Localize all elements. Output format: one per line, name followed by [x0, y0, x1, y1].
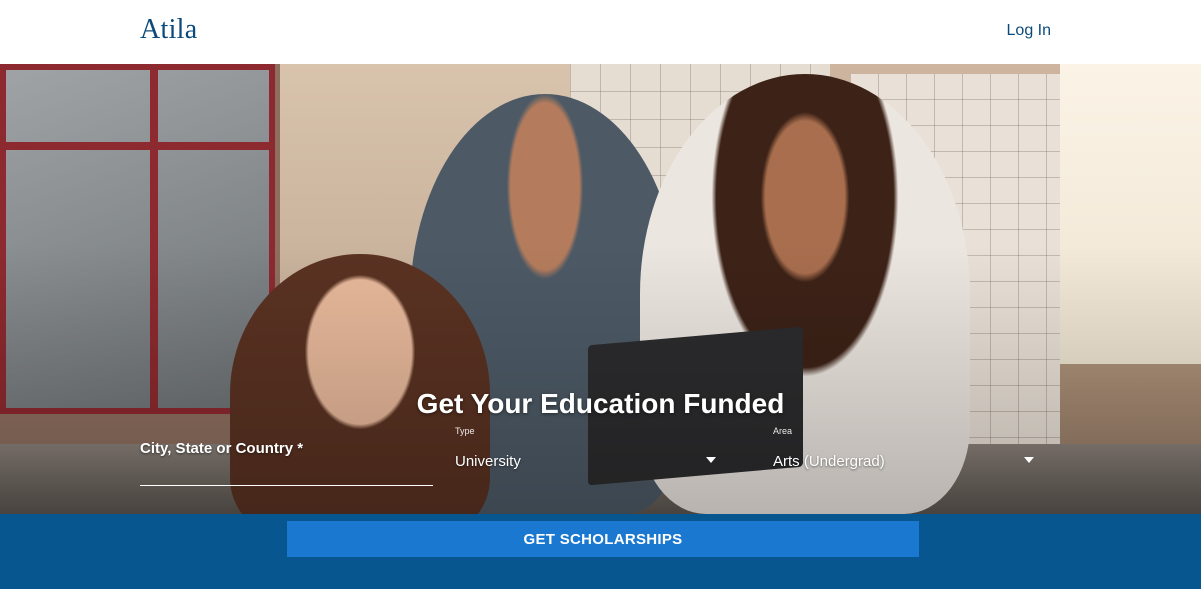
city-input-label: City, State or Country *	[140, 440, 304, 457]
search-action-bar: GET SCHOLARSHIPS	[0, 514, 1201, 589]
type-select[interactable]: Type University	[455, 426, 720, 470]
get-scholarships-button[interactable]: GET SCHOLARSHIPS	[287, 521, 919, 557]
chevron-down-icon[interactable]	[1024, 457, 1034, 463]
type-select-value: University	[455, 453, 521, 470]
login-link[interactable]: Log In	[1007, 22, 1051, 40]
top-navbar: Atila Log In	[0, 0, 1201, 64]
area-select-label: Area	[773, 426, 793, 436]
type-select-label: Type	[455, 426, 475, 436]
area-select[interactable]: Area Arts (Undergrad)	[773, 426, 1038, 470]
area-select-value: Arts (Undergrad)	[773, 453, 885, 470]
hero-banner: Get Your Education Funded City, State or…	[0, 64, 1201, 514]
city-input[interactable]: City, State or Country *	[140, 434, 433, 486]
chevron-down-icon[interactable]	[706, 457, 716, 463]
hero-headline: Get Your Education Funded	[416, 388, 785, 419]
logo[interactable]: Atila	[140, 14, 198, 46]
